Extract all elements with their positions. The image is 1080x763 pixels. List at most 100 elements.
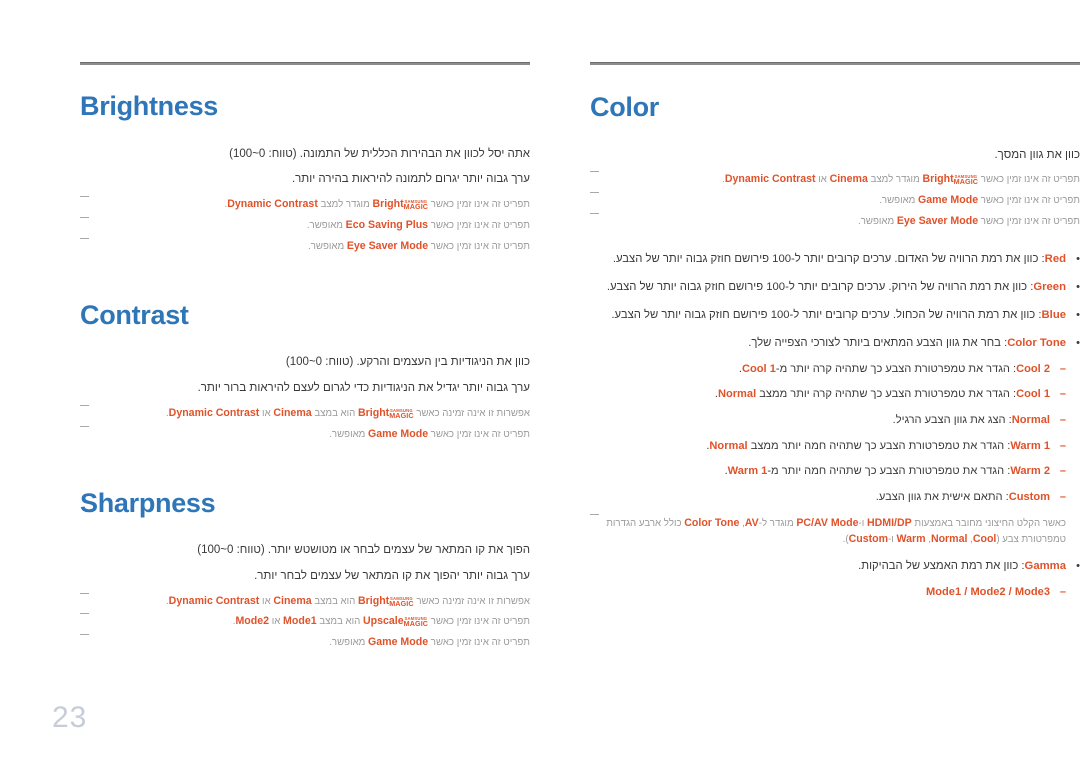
sub-text-warm2: : הגדר את טמפרטורת הצבע כך שתהיה חמה יות… bbox=[767, 465, 1011, 478]
list-item-color-tone: • Color Tone: בחר את גוון הצבע המתאים בי… bbox=[590, 335, 1080, 548]
manual-page: Color כוון את גוון המסך. תפריט זה אינו ז… bbox=[0, 0, 1080, 763]
sub-text-cool2: : הגדר את טמפרטורת הצבע כך שתהיה קרה יות… bbox=[775, 362, 1017, 375]
note-dash-icon bbox=[590, 171, 599, 173]
bullet-icon: • bbox=[1076, 280, 1080, 293]
note-conjunction: או bbox=[271, 616, 281, 628]
option-text-red: : כוון את רמת הרוויה של האדום. ערכים קרו… bbox=[612, 253, 1045, 266]
sub-item-warm2: – Warm 2: הגדר את טמפרטורת הצבע כך שתהיה… bbox=[590, 463, 1066, 480]
gamma-slash-1: / bbox=[1008, 586, 1012, 599]
note-text-pre: תפריט זה אינו זמין כאשר bbox=[430, 637, 530, 649]
column-color: Color כוון את גוון המסך. תפריט זה אינו ז… bbox=[590, 62, 1080, 612]
column-rule-left bbox=[590, 62, 1080, 65]
sub-item-warm1: – Warm 1: הגדר את טמפרטורת הצבע כך שתהיה… bbox=[590, 438, 1066, 455]
note-text-pre: תפריט זה אינו זמין כאשר bbox=[430, 428, 530, 440]
sub-item-custom: – Custom: התאם אישית את גוון הצבע. bbox=[590, 489, 1066, 506]
keyword-dynamic-contrast: Dynamic Contrast bbox=[168, 406, 260, 419]
list-item-gamma: • Gamma: כוון את רמת האמצע של הבהיקות. –… bbox=[590, 558, 1080, 601]
note-conjunction: או bbox=[262, 595, 271, 607]
keyword-normal: Normal bbox=[930, 533, 968, 546]
samsung-magic-logo: SAMSUNG MAGIC bbox=[404, 199, 428, 210]
keyword-eye-saver-mode: Eye Saver Mode bbox=[896, 215, 979, 228]
note-p8: ו- bbox=[888, 534, 894, 546]
sub-keyword-normal: Normal bbox=[1011, 414, 1050, 427]
note-dash-icon bbox=[80, 404, 89, 406]
note-item: תפריט זה אינו זמין כאשר Game Mode מאופשר… bbox=[80, 634, 530, 651]
sub-item-normal: – Normal: הצג את גוון הצבע הרגיל. bbox=[590, 412, 1066, 429]
contrast-notes-list: אפשרות זו אינה זמינה כאשר SAMSUNG MAGIC … bbox=[80, 404, 530, 443]
note-text-pre: תפריט זה אינו זמין כאשר bbox=[980, 174, 1080, 186]
keyword-cinema: Cinema bbox=[829, 173, 868, 186]
note-item: תפריט זה אינו זמין כאשר Eye Saver Mode מ… bbox=[590, 213, 1080, 230]
samsung-magic-logo: SAMSUNG MAGIC bbox=[404, 616, 428, 627]
gamma-sub-list: – Mode3 / Mode2 / Mode1 bbox=[590, 584, 1066, 601]
page-number: 23 bbox=[52, 701, 88, 734]
note-text-mid: מאופשר. bbox=[858, 216, 895, 228]
note-dash-icon bbox=[80, 196, 89, 198]
column-picture-settings: Brightness אתה יסל לכוון את הבהירות הכלל… bbox=[40, 62, 530, 656]
keyword-game-mode: Game Mode bbox=[368, 636, 429, 649]
color-tone-note: כאשר הקלט החיצוני מחובר באמצעות HDMI/DP … bbox=[590, 513, 1066, 548]
samsung-magic-logo: SAMSUNG MAGIC bbox=[954, 174, 978, 185]
option-keyword-red: Red bbox=[1044, 253, 1066, 266]
sub-item-gamma-modes: – Mode3 / Mode2 / Mode1 bbox=[590, 584, 1066, 601]
dash-icon: – bbox=[1059, 465, 1066, 478]
section-title-color: Color bbox=[590, 92, 659, 122]
sub-keyword-warm2: Warm 2 bbox=[1010, 465, 1050, 478]
sub-text-warm1: : הגדר את טמפרטורת הצבע כך שתהיה חמה יות… bbox=[747, 439, 1011, 452]
sharpness-notes-list: אפשרות זו אינה זמינה כאשר SAMSUNG MAGIC … bbox=[80, 592, 530, 652]
keyword-bright: Bright bbox=[372, 198, 404, 211]
option-keyword-green: Green bbox=[1033, 280, 1066, 293]
section-title-sharpness: Sharpness bbox=[80, 487, 216, 518]
brightness-line-2: ערך גבוה יותר יגרום לתמונה להיראות בהירה… bbox=[291, 173, 530, 186]
note-item: תפריט זה אינו זמין כאשר Game Mode מאופשר… bbox=[590, 192, 1080, 209]
sub-keyword-ref-normal2: Normal bbox=[709, 439, 748, 452]
note-text-mid: מוגדר למצב bbox=[320, 199, 370, 211]
sub-keyword-ref-warm1: Warm 1 bbox=[727, 465, 768, 478]
note-dash-icon bbox=[590, 213, 599, 215]
bullet-icon: • bbox=[1076, 308, 1080, 321]
dash-icon: – bbox=[1059, 388, 1066, 401]
list-item-blue: • Blue: כוון את רמת הרוויה של הכחול. ערכ… bbox=[590, 307, 1080, 324]
keyword-bright: Bright bbox=[358, 406, 390, 419]
note-text-pre: תפריט זה אינו זמין כאשר bbox=[430, 616, 530, 628]
keyword-dynamic-contrast: Dynamic Contrast bbox=[724, 173, 816, 186]
sub-keyword-cool1: Cool 1 bbox=[1016, 388, 1050, 401]
note-item: אפשרות זו אינה זמינה כאשר SAMSUNG MAGIC … bbox=[80, 592, 530, 610]
option-keyword-gamma: Gamma bbox=[1024, 560, 1066, 573]
list-item-red: • Red: כוון את רמת הרוויה של האדום. ערכי… bbox=[590, 251, 1080, 268]
dash-icon: – bbox=[1059, 490, 1066, 503]
note-item: אפשרות זו אינה זמינה כאשר SAMSUNG MAGIC … bbox=[80, 404, 530, 422]
samsung-magic-logo: SAMSUNG MAGIC bbox=[389, 408, 413, 419]
dash-icon: – bbox=[1059, 439, 1066, 452]
sub-text-custom: : התאם אישית את גוון הצבע. bbox=[875, 490, 1009, 503]
sharpness-line-2: ערך גבוה יותר יהפוך את קו המתאר של עצמים… bbox=[254, 569, 530, 582]
option-text-green: : כוון את רמת הרוויה של הירוק. ערכים קרו… bbox=[606, 280, 1034, 293]
sub-item-cool1: – Cool 1: הגדר את טמפרטורת הצבע כך שתהיה… bbox=[590, 386, 1066, 403]
gamma-mode-2: Mode2 bbox=[970, 586, 1006, 599]
keyword-dynamic-contrast: Dynamic Contrast bbox=[168, 594, 260, 607]
note-item: תפריט זה אינו זמין כאשר Eye Saver Mode מ… bbox=[80, 237, 530, 255]
note-text-mid: מאופשר. bbox=[329, 637, 366, 649]
note-text-mid: מוגדר למצב bbox=[870, 174, 920, 186]
bullet-icon: • bbox=[1076, 253, 1080, 266]
samsung-logo-bottom: MAGIC bbox=[953, 177, 979, 187]
samsung-logo-bottom: MAGIC bbox=[403, 619, 429, 629]
note-dash-icon bbox=[590, 192, 599, 194]
note-dash-icon bbox=[80, 425, 89, 427]
note-text-pre: תפריט זה אינו זמין כאשר bbox=[430, 240, 530, 252]
note-dash-icon bbox=[80, 634, 89, 636]
keyword-custom: Custom bbox=[848, 533, 889, 546]
note-dash-icon bbox=[80, 216, 89, 218]
note-dash-icon bbox=[80, 592, 89, 594]
sub-keyword-ref-normal: Normal bbox=[717, 388, 757, 401]
note-text-pre: תפריט זה אינו זמין כאשר bbox=[430, 199, 530, 211]
note-item: תפריט זה אינו זמין כאשר SAMSUNG MAGIC Up… bbox=[80, 613, 530, 630]
keyword-color-tone-ref: Color Tone bbox=[684, 516, 740, 529]
keyword-av: AV bbox=[744, 516, 759, 529]
note-text-pre: אפשרות זו אינה זמינה כאשר bbox=[416, 595, 530, 607]
note-text-pre: תפריט זה אינו זמין כאשר bbox=[430, 219, 530, 231]
color-tone-sub-list: – Cool 2: הגדר את טמפרטורת הצבע כך שתהיה… bbox=[590, 361, 1066, 506]
note-p3: מוגדר ל- bbox=[758, 517, 794, 529]
sub-keyword-warm1: Warm 1 bbox=[1010, 439, 1050, 452]
keyword-warm: Warm bbox=[896, 533, 926, 546]
